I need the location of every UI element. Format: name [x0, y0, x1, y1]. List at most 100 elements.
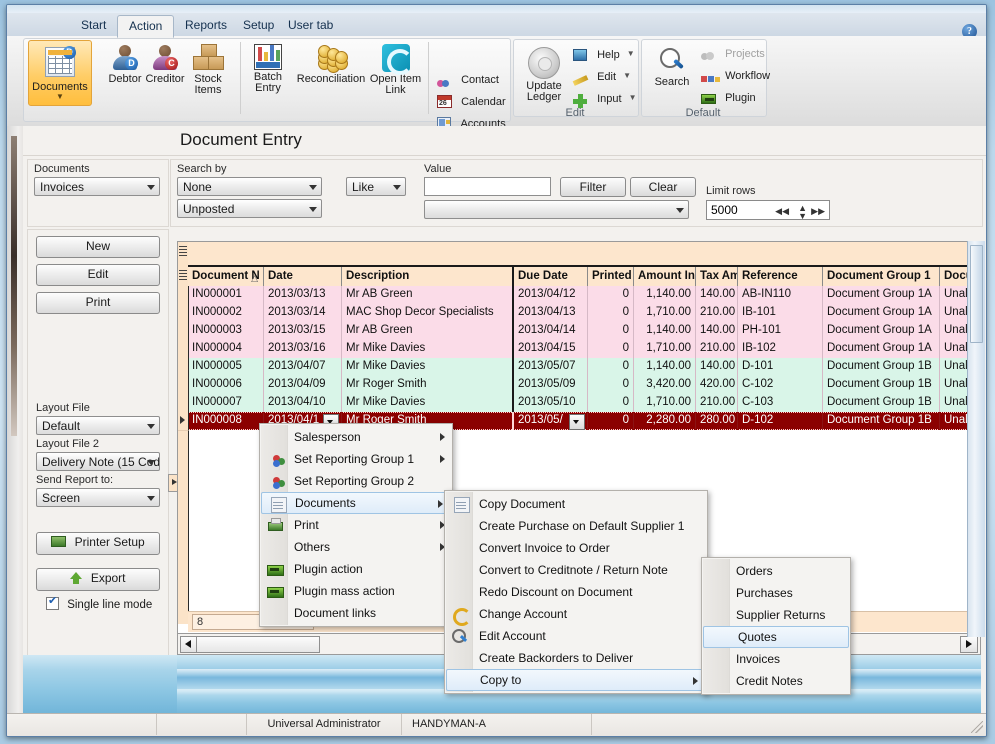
table-row[interactable]: IN0000032013/03/15Mr AB Green2013/04/140…	[188, 322, 980, 340]
cell-date[interactable]: 2013/04/07	[264, 358, 342, 376]
menu-item[interactable]: Orders	[702, 560, 850, 582]
operator-select[interactable]: Like	[346, 177, 406, 196]
cell-duedate[interactable]: 2013/04/13	[514, 304, 588, 322]
cell-printed[interactable]: 0	[588, 322, 634, 340]
menu-item[interactable]: Credit Notes	[702, 670, 850, 692]
menu-item[interactable]: Redo Discount on Document	[445, 581, 707, 603]
ribbon-button-search[interactable]: Search	[645, 43, 699, 107]
ribbon-item-calendar[interactable]: 26 Calendar	[437, 92, 506, 112]
grid-header-reference[interactable]: Reference	[738, 267, 823, 286]
ribbon-item-edit[interactable]: Edit ▼	[573, 66, 631, 86]
tab-reports[interactable]: Reports	[174, 15, 238, 36]
cell-tax[interactable]: 140.00	[696, 322, 738, 340]
ribbon-button-open-item-link[interactable]: Open Item Link	[367, 40, 424, 106]
menu-item[interactable]: Convert Invoice to Order	[445, 537, 707, 559]
cell-group1[interactable]: Document Group 1B	[823, 358, 940, 376]
resize-grip-icon[interactable]	[971, 721, 983, 733]
chevron-down-icon[interactable]: ▼	[623, 66, 631, 86]
table-row[interactable]: IN0000072013/04/10Mr Mike Davies2013/05/…	[188, 394, 980, 412]
cell-docnum[interactable]: IN000006	[188, 376, 264, 394]
ribbon-item-workflow[interactable]: Workflow	[701, 66, 770, 86]
cell-tax[interactable]: 210.00	[696, 340, 738, 358]
cell-description[interactable]: Mr Mike Davies	[342, 394, 514, 412]
cell-description[interactable]: Mr Mike Davies	[342, 358, 514, 376]
menu-item[interactable]: Supplier Returns	[702, 604, 850, 626]
post-status-select[interactable]: Unposted	[177, 199, 322, 218]
cell-date[interactable]: 2013/03/16	[264, 340, 342, 358]
menu-item[interactable]: Change Account	[445, 603, 707, 625]
chevron-down-icon[interactable]: ▼	[629, 88, 637, 108]
single-line-mode-checkbox[interactable]: ✔ Single line mode	[46, 597, 152, 611]
ribbon-item-contact[interactable]: Contact	[437, 70, 499, 90]
grid-header-group1[interactable]: Document Group 1	[823, 267, 940, 286]
cell-group1[interactable]: Document Group 1A	[823, 322, 940, 340]
cell-group1[interactable]: Document Group 1B	[823, 394, 940, 412]
ribbon-item-input[interactable]: Input ▼	[573, 88, 637, 108]
ribbon-item-plugin[interactable]: Plugin	[701, 88, 756, 108]
grid-header-duedate[interactable]: Due Date	[514, 267, 588, 286]
cell-printed[interactable]: 0	[588, 286, 634, 304]
filter-button[interactable]: Filter	[560, 177, 626, 197]
ribbon-button-documents[interactable]: D Documents ▼	[28, 40, 92, 106]
cell-duedate[interactable]: 2013/05/09	[514, 376, 588, 394]
cell-description[interactable]: Mr Roger Smith	[342, 376, 514, 394]
cell-docnum[interactable]: IN000001	[188, 286, 264, 304]
export-button[interactable]: Export	[36, 568, 160, 591]
edit-button[interactable]: Edit	[36, 264, 160, 286]
value-input[interactable]	[424, 177, 551, 196]
cell-group1[interactable]: Document Group 1A	[823, 286, 940, 304]
cell-description[interactable]: Mr AB Green	[342, 322, 514, 340]
menu-item[interactable]: Others	[260, 536, 452, 558]
grid-header-description[interactable]: Description	[342, 267, 514, 286]
menu-item[interactable]: Copy to	[446, 669, 706, 691]
chevron-down-icon[interactable]: ▼	[627, 44, 635, 64]
scroll-right-button[interactable]	[960, 636, 978, 653]
page-vertical-scrollbar[interactable]	[967, 241, 984, 637]
printer-setup-button[interactable]: Printer Setup	[36, 532, 160, 555]
menu-item[interactable]: Create Backorders to Deliver	[445, 647, 707, 669]
cell-dropdown-button[interactable]	[569, 414, 585, 430]
cell-description[interactable]: Mr Mike Davies	[342, 340, 514, 358]
cell-docnum[interactable]: IN000003	[188, 322, 264, 340]
cell-amount[interactable]: 1,140.00	[634, 358, 696, 376]
cell-printed[interactable]: 0	[588, 376, 634, 394]
cell-reference[interactable]: IB-101	[738, 304, 823, 322]
send-report-select[interactable]: Screen	[36, 488, 160, 507]
cell-tax[interactable]: 280.00	[696, 412, 738, 430]
last-icon[interactable]: ▶▶	[811, 203, 825, 219]
tab-user[interactable]: User tab	[277, 15, 344, 36]
menu-item[interactable]: Print	[260, 514, 452, 536]
table-row[interactable]: IN0000012013/03/13Mr AB Green2013/04/120…	[188, 286, 980, 304]
table-row[interactable]: IN0000052013/04/07Mr Mike Davies2013/05/…	[188, 358, 980, 376]
cell-date[interactable]: 2013/03/15	[264, 322, 342, 340]
cell-amount[interactable]: 1,140.00	[634, 286, 696, 304]
cell-tax[interactable]: 210.00	[696, 394, 738, 412]
cell-printed[interactable]: 0	[588, 412, 634, 430]
ribbon-button-batch-entry[interactable]: Batch Entry	[245, 40, 291, 106]
menu-item[interactable]: Set Reporting Group 1	[260, 448, 452, 470]
cell-duedate[interactable]: 2013/04/15	[514, 340, 588, 358]
grid-header-printed[interactable]: Printed	[588, 267, 634, 286]
cell-tax[interactable]: 210.00	[696, 304, 738, 322]
print-button[interactable]: Print	[36, 292, 160, 314]
cell-tax[interactable]: 420.00	[696, 376, 738, 394]
cell-group1[interactable]: Document Group 1A	[823, 304, 940, 322]
cell-printed[interactable]: 0	[588, 394, 634, 412]
grid-column-chooser-icon[interactable]	[179, 270, 187, 280]
layout-file-select[interactable]: Default	[36, 416, 160, 435]
cell-amount[interactable]: 1,710.00	[634, 304, 696, 322]
cell-tax[interactable]: 140.00	[696, 286, 738, 304]
table-row[interactable]: IN0000062013/04/09Mr Roger Smith2013/05/…	[188, 376, 980, 394]
cell-date[interactable]: 2013/03/14	[264, 304, 342, 322]
tab-start[interactable]: Start	[70, 15, 117, 36]
menu-item[interactable]: Purchases	[702, 582, 850, 604]
cell-docnum[interactable]: IN000002	[188, 304, 264, 322]
menu-item[interactable]: Convert to Creditnote / Return Note	[445, 559, 707, 581]
menu-item[interactable]: Salesperson	[260, 426, 452, 448]
cell-printed[interactable]: 0	[588, 358, 634, 376]
tab-action[interactable]: Action	[117, 15, 174, 38]
cell-tax[interactable]: 140.00	[696, 358, 738, 376]
grid-header-tax[interactable]: Tax Am	[696, 267, 738, 286]
menu-item[interactable]: Invoices	[702, 648, 850, 670]
cell-reference[interactable]: D-102	[738, 412, 823, 430]
